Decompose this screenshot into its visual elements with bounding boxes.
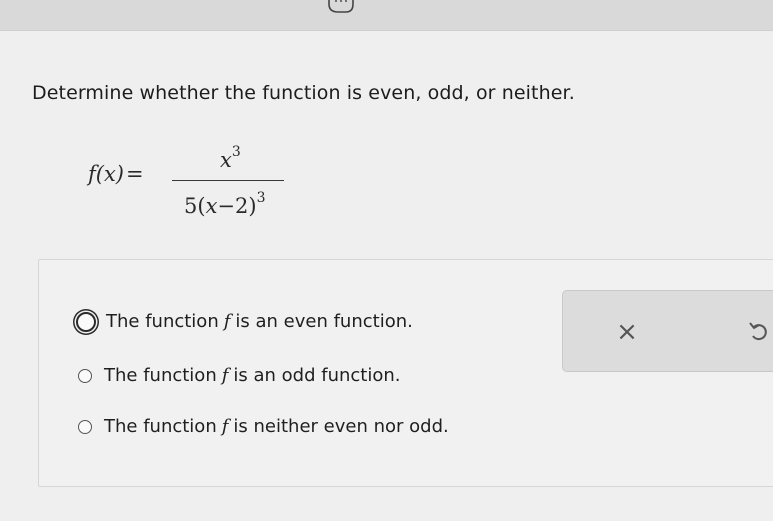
formula-denominator: 5(x−2)3 bbox=[184, 190, 266, 218]
formula-lhs: f(x)= bbox=[88, 162, 144, 186]
radio-icon[interactable] bbox=[78, 419, 92, 434]
top-bar bbox=[0, 0, 773, 31]
close-icon: × bbox=[616, 317, 638, 347]
formula-numerator: x3 bbox=[220, 144, 241, 172]
action-box bbox=[562, 290, 773, 372]
option-even[interactable]: The function f is an even function. bbox=[76, 311, 413, 332]
option-odd[interactable]: The function f is an odd function. bbox=[78, 365, 401, 386]
radio-selected-icon[interactable] bbox=[76, 311, 96, 332]
clear-button[interactable]: × bbox=[607, 314, 647, 350]
option-neither[interactable]: The function f is neither even nor odd. bbox=[78, 416, 449, 437]
fraction-bar bbox=[172, 180, 284, 181]
hand-pointer-icon bbox=[328, 0, 354, 13]
question-text: Determine whether the function is even, … bbox=[32, 82, 575, 104]
undo-icon bbox=[749, 322, 767, 341]
radio-icon[interactable] bbox=[78, 368, 92, 383]
function-formula: f(x)= x3 5(x−2)3 bbox=[88, 134, 318, 224]
undo-button[interactable] bbox=[745, 314, 773, 350]
